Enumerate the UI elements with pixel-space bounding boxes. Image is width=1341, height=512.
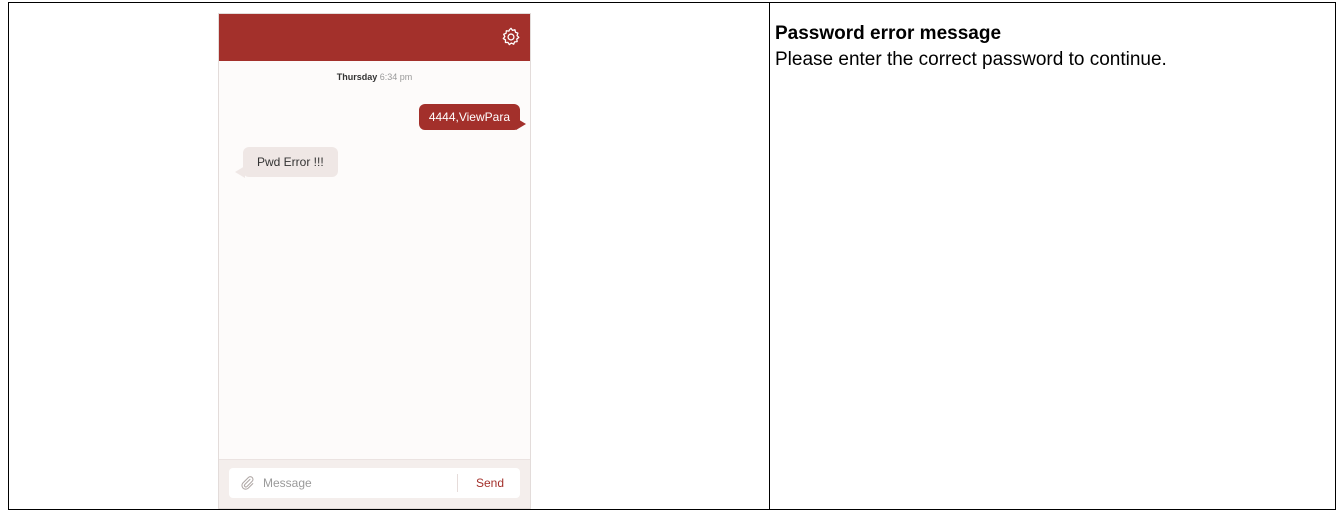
description-title: Password error message (775, 23, 1002, 44)
send-button[interactable]: Send (460, 468, 520, 498)
gear-icon[interactable] (500, 26, 522, 48)
incoming-bubble-tail (235, 166, 245, 178)
send-separator (457, 474, 458, 492)
outgoing-message-bubble: 4444,ViewPara (418, 104, 520, 130)
description-body: Please enter the correct password to con… (775, 49, 1167, 70)
message-timestamp: Thursday 6:34 pm (219, 72, 530, 82)
composer-box: Send (229, 468, 520, 498)
paperclip-icon[interactable] (239, 475, 255, 491)
chat-header (219, 14, 530, 61)
table-cell-divider (769, 3, 770, 509)
phone-screenshot: Thursday 6:34 pm 4444,ViewPara Pwd Error… (218, 13, 531, 509)
timestamp-time: 6:34 pm (379, 72, 413, 82)
message-composer: Send (219, 459, 530, 508)
document-table (8, 2, 1336, 510)
message-input[interactable] (263, 472, 443, 494)
timestamp-day: Thursday (336, 72, 378, 82)
outgoing-bubble-tail (516, 118, 526, 130)
incoming-message-bubble: Pwd Error !!! (243, 147, 338, 177)
